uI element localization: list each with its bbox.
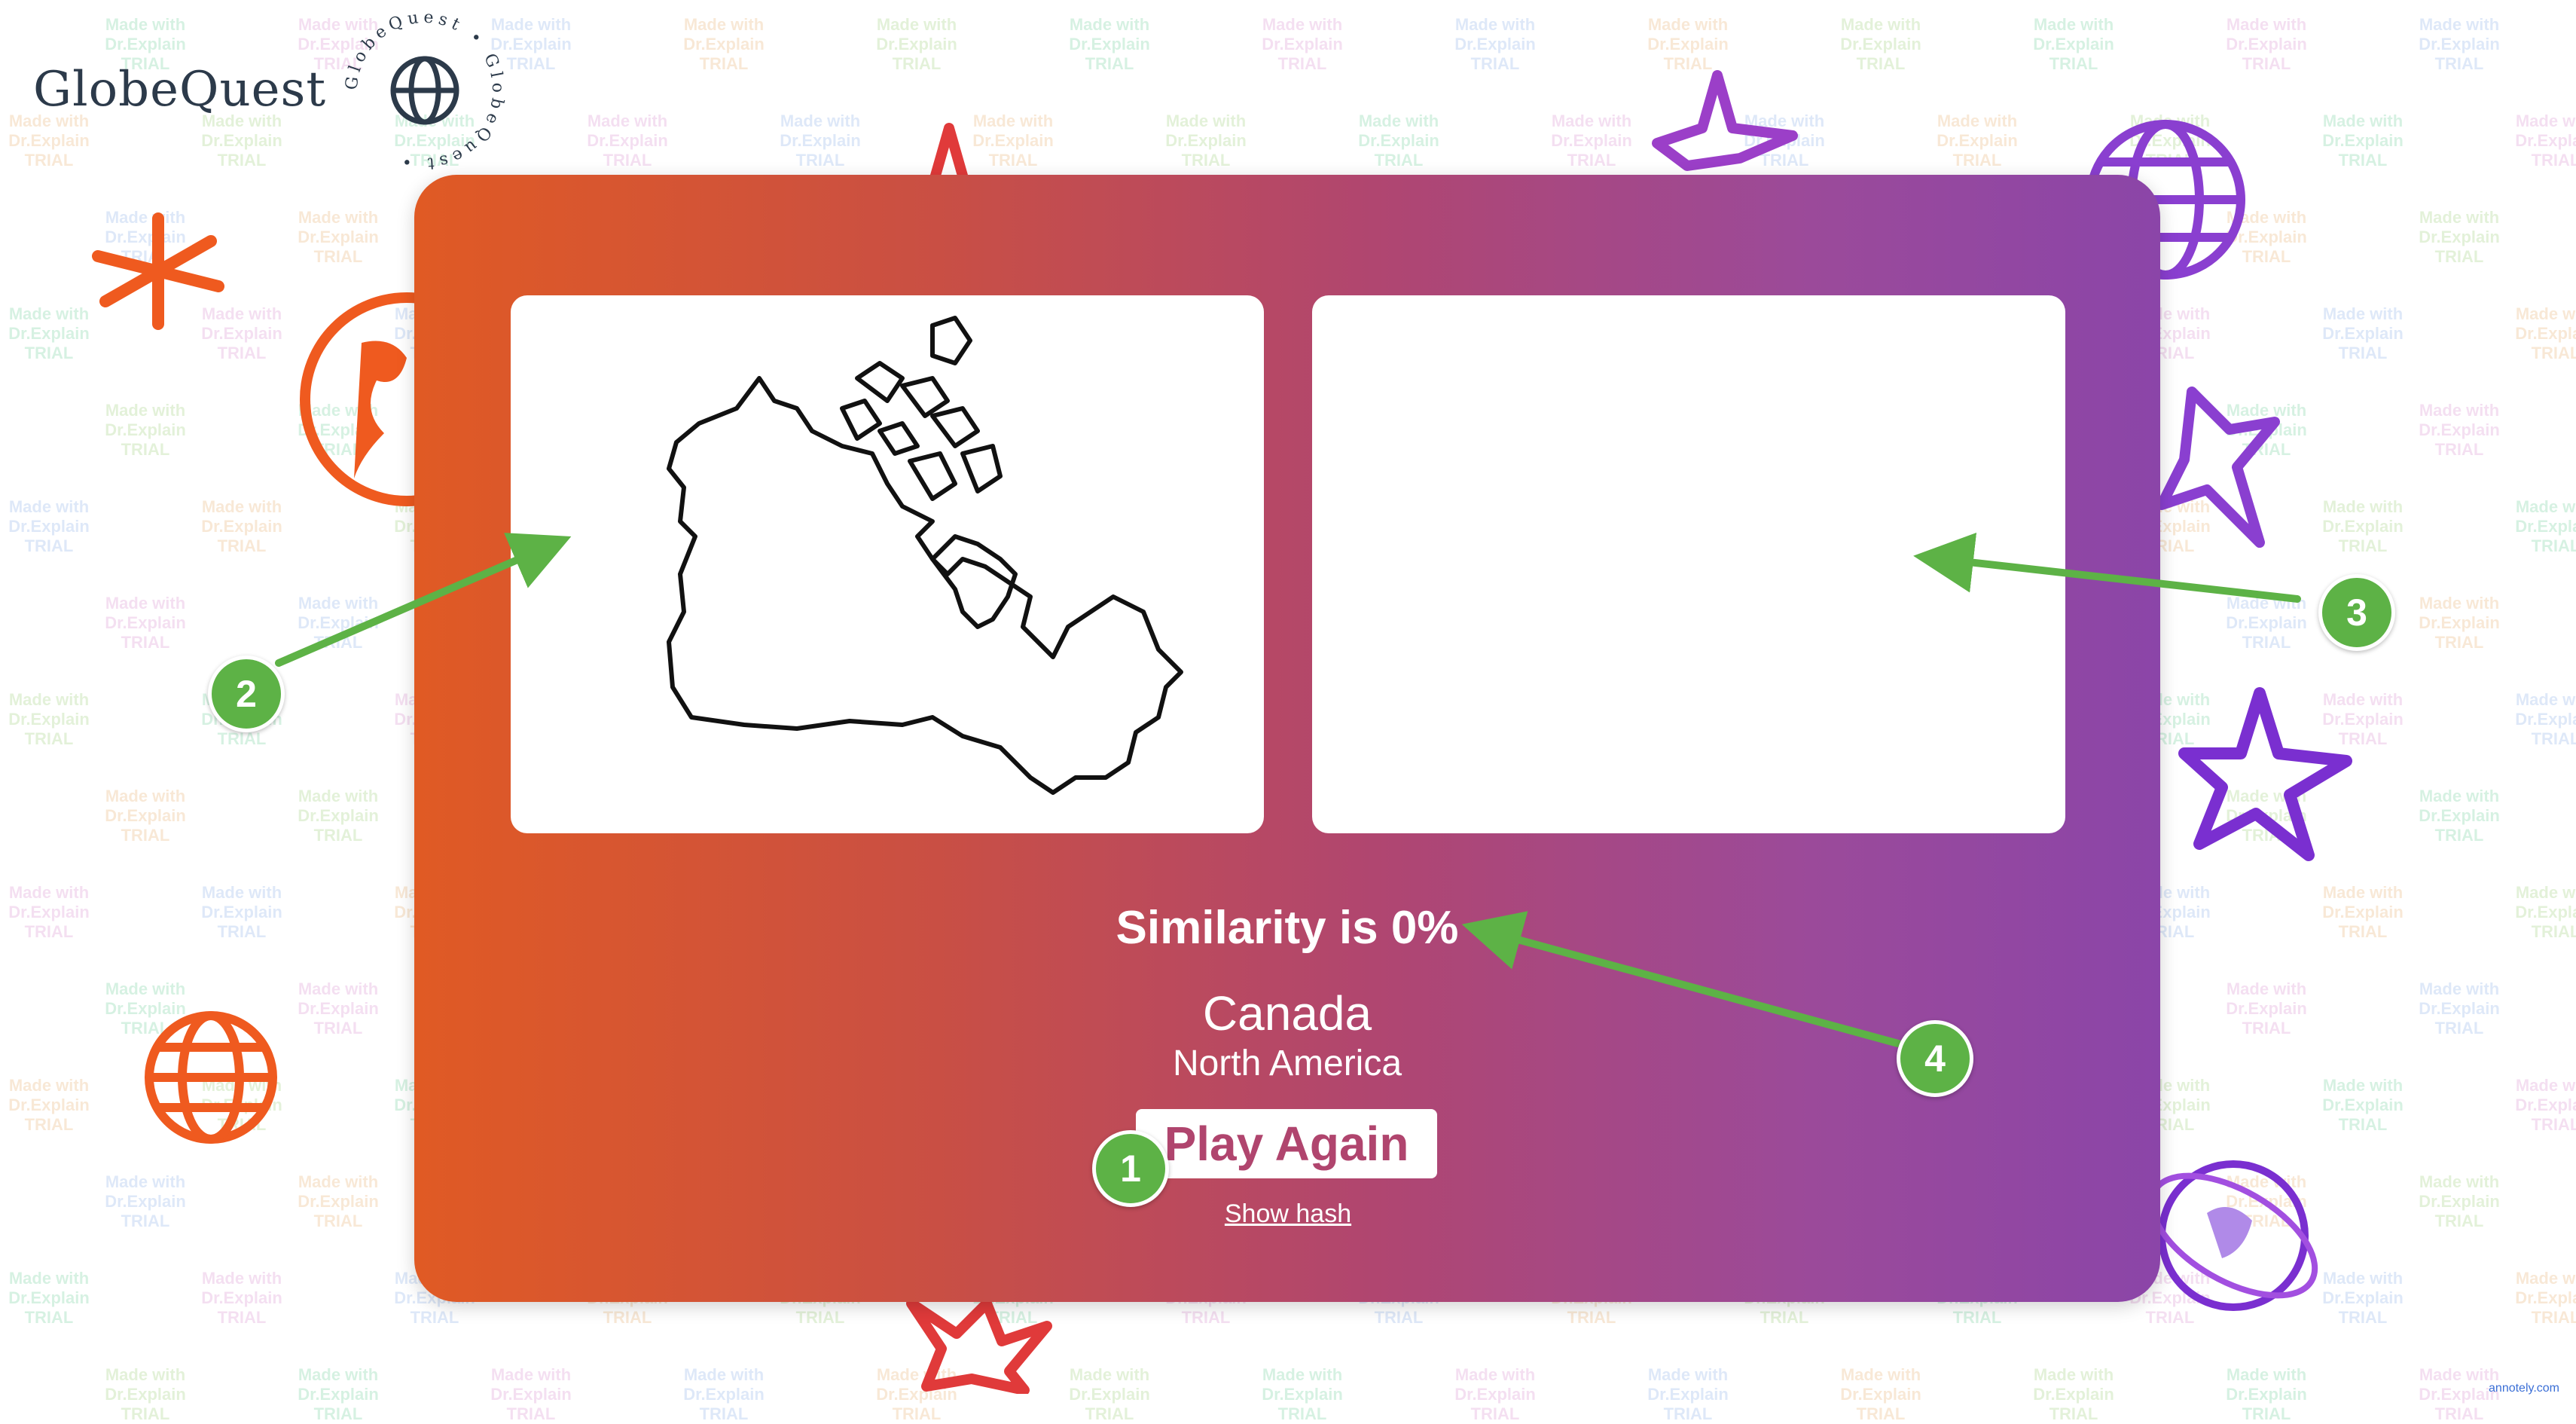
callout-arrow-4 bbox=[1461, 911, 1902, 1047]
callout-arrow-2 bbox=[275, 533, 572, 667]
callout-arrow-3 bbox=[1913, 532, 2301, 603]
callout-badge-3: 3 bbox=[2318, 574, 2395, 651]
callout-badge-2: 2 bbox=[208, 655, 285, 732]
callout-arrows bbox=[275, 532, 2301, 1047]
callout-badge-1: 1 bbox=[1092, 1130, 1169, 1207]
callout-badge-4: 4 bbox=[1897, 1020, 1973, 1097]
annotely-credit: annotely.com bbox=[2489, 1382, 2559, 1395]
